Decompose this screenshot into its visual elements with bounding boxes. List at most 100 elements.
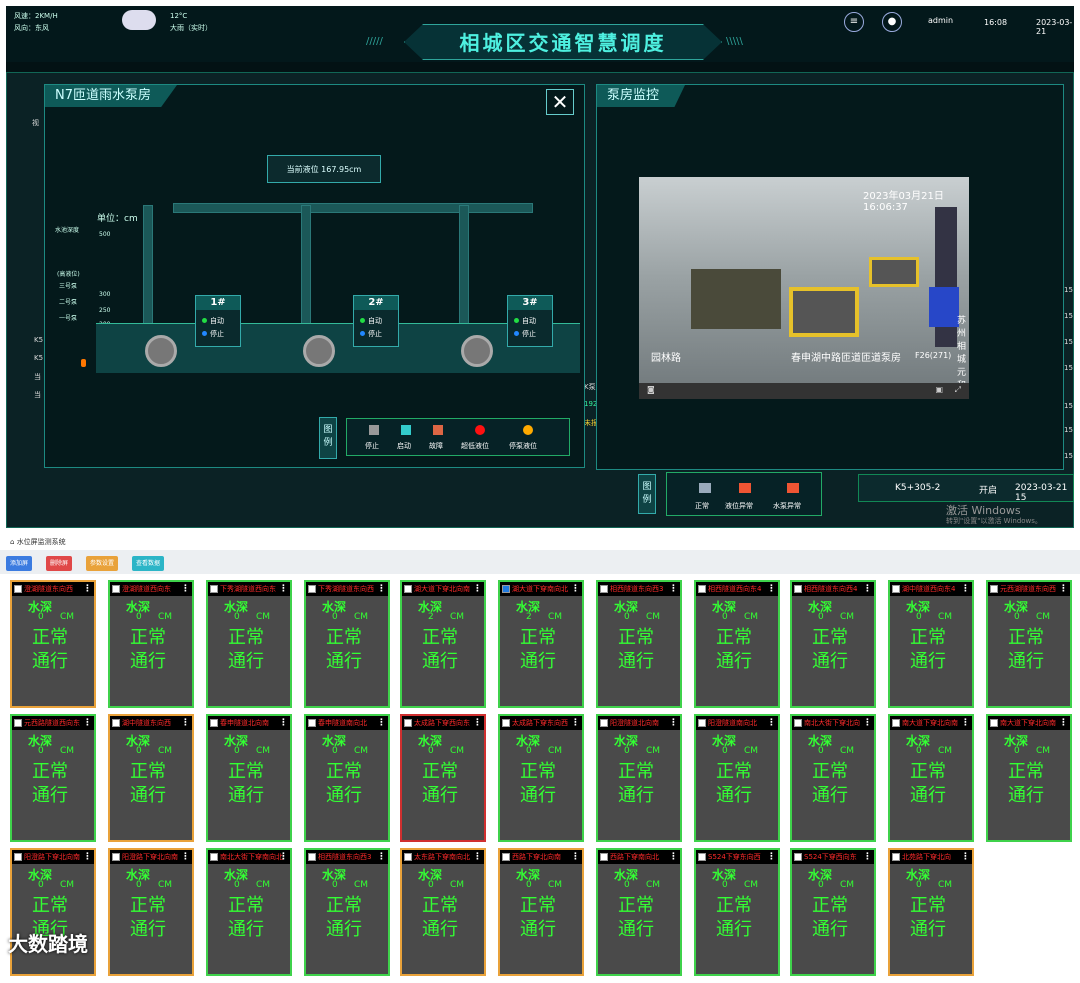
- water-level-card[interactable]: 澄湖隧道东向西 ⋮ 水深 0 CM 正常 通行: [10, 580, 96, 708]
- water-level-card[interactable]: 北苑路下穿北向 ⋮ 水深 0 CM 正常 通行: [888, 848, 974, 976]
- water-level-card[interactable]: 下秀湖隧道西向东 ⋮ 水深 0 CM 正常 通行: [206, 580, 292, 708]
- water-level-card[interactable]: 阳澄隧道北向南 ⋮ 水深 0 CM 正常 通行: [596, 714, 682, 842]
- card-checkbox[interactable]: [112, 719, 120, 727]
- water-level-card[interactable]: 春申隧道南向北 ⋮ 水深 0 CM 正常 通行: [304, 714, 390, 842]
- card-checkbox[interactable]: [210, 719, 218, 727]
- card-checkbox[interactable]: [502, 585, 510, 593]
- water-level-card[interactable]: 阳澄隧道南向北 ⋮ 水深 0 CM 正常 通行: [694, 714, 780, 842]
- card-checkbox[interactable]: [600, 719, 608, 727]
- more-menu-icon[interactable]: ⋮: [377, 582, 386, 596]
- toolbar-button-0[interactable]: 添加屏: [6, 556, 33, 571]
- water-level-card[interactable]: 湖中隧道东向西 ⋮ 水深 0 CM 正常 通行: [108, 714, 194, 842]
- more-menu-icon[interactable]: ⋮: [1059, 582, 1068, 596]
- toolbar-button-2[interactable]: 参数设置: [86, 556, 119, 571]
- more-menu-icon[interactable]: ⋮: [863, 716, 872, 730]
- card-checkbox[interactable]: [698, 585, 706, 593]
- water-level-card[interactable]: 西路下穿南向北 ⋮ 水深 0 CM 正常 通行: [596, 848, 682, 976]
- camera-snapshot-icon[interactable]: ◙: [647, 385, 655, 394]
- card-checkbox[interactable]: [404, 853, 412, 861]
- card-checkbox[interactable]: [404, 719, 412, 727]
- water-level-card[interactable]: 元西路隧道西向东 ⋮ 水深 0 CM 正常 通行: [10, 714, 96, 842]
- card-checkbox[interactable]: [112, 585, 120, 593]
- more-menu-icon[interactable]: ⋮: [863, 850, 872, 864]
- card-checkbox[interactable]: [794, 853, 802, 861]
- pump-1-card[interactable]: 1# 自动 停止: [195, 295, 241, 347]
- username[interactable]: admin: [928, 16, 953, 25]
- more-menu-icon[interactable]: ⋮: [181, 716, 190, 730]
- more-menu-icon[interactable]: ⋮: [571, 716, 580, 730]
- more-menu-icon[interactable]: ⋮: [181, 850, 190, 864]
- pump-2-card[interactable]: 2# 自动 停止: [353, 295, 399, 347]
- card-checkbox[interactable]: [308, 853, 316, 861]
- more-menu-icon[interactable]: ⋮: [83, 582, 92, 596]
- water-level-card[interactable]: 南北大街下穿北向 ⋮ 水深 0 CM 正常 通行: [790, 714, 876, 842]
- more-menu-icon[interactable]: ⋮: [571, 582, 580, 596]
- more-menu-icon[interactable]: ⋮: [1059, 716, 1068, 730]
- pump-2-icon[interactable]: [303, 335, 335, 367]
- card-checkbox[interactable]: [210, 853, 218, 861]
- water-level-card[interactable]: 相西隧道西向东4 ⋮ 水深 0 CM 正常 通行: [694, 580, 780, 708]
- more-menu-icon[interactable]: ⋮: [473, 716, 482, 730]
- more-menu-icon[interactable]: ⋮: [279, 850, 288, 864]
- more-menu-icon[interactable]: ⋮: [961, 850, 970, 864]
- toolbar-button-1[interactable]: 删除屏: [46, 556, 73, 571]
- card-checkbox[interactable]: [502, 853, 510, 861]
- more-menu-icon[interactable]: ⋮: [473, 582, 482, 596]
- card-checkbox[interactable]: [892, 853, 900, 861]
- card-checkbox[interactable]: [14, 719, 22, 727]
- more-menu-icon[interactable]: ⋮: [279, 716, 288, 730]
- water-level-card[interactable]: 西路下穿北向南 ⋮ 水深 0 CM 正常 通行: [498, 848, 584, 976]
- card-checkbox[interactable]: [600, 585, 608, 593]
- camera-record-icon[interactable]: ▣: [935, 385, 943, 394]
- pump-1-icon[interactable]: [145, 335, 177, 367]
- toolbar-button-3[interactable]: 查看数据: [132, 556, 165, 571]
- water-level-card[interactable]: 相西隧道东向西4 ⋮ 水深 0 CM 正常 通行: [790, 580, 876, 708]
- more-menu-icon[interactable]: ⋮: [377, 716, 386, 730]
- more-menu-icon[interactable]: ⋮: [669, 716, 678, 730]
- user-avatar-icon[interactable]: ●: [882, 12, 902, 32]
- water-level-card[interactable]: 湖大道下穿北向南 ⋮ 水深 2 CM 正常 通行: [400, 580, 486, 708]
- more-menu-icon[interactable]: ⋮: [669, 850, 678, 864]
- more-menu-icon[interactable]: ⋮: [279, 582, 288, 596]
- card-checkbox[interactable]: [210, 585, 218, 593]
- more-menu-icon[interactable]: ⋮: [181, 582, 190, 596]
- water-level-card[interactable]: 太东路下穿南向北 ⋮ 水深 0 CM 正常 通行: [400, 848, 486, 976]
- water-level-card[interactable]: 南北大街下穿南向北 ⋮ 水深 0 CM 正常 通行: [206, 848, 292, 976]
- card-checkbox[interactable]: [308, 585, 316, 593]
- more-menu-icon[interactable]: ⋮: [767, 716, 776, 730]
- card-checkbox[interactable]: [794, 585, 802, 593]
- card-checkbox[interactable]: [14, 585, 22, 593]
- card-checkbox[interactable]: [698, 719, 706, 727]
- card-checkbox[interactable]: [892, 585, 900, 593]
- card-checkbox[interactable]: [990, 585, 998, 593]
- menu-list-icon[interactable]: ≡: [844, 12, 864, 32]
- card-checkbox[interactable]: [892, 719, 900, 727]
- more-menu-icon[interactable]: ⋮: [83, 716, 92, 730]
- water-level-card[interactable]: S524下穿东向西 ⋮ 水深 0 CM 正常 通行: [694, 848, 780, 976]
- more-menu-icon[interactable]: ⋮: [83, 850, 92, 864]
- water-level-card[interactable]: 下秀湖隧道东向西 ⋮ 水深 0 CM 正常 通行: [304, 580, 390, 708]
- more-menu-icon[interactable]: ⋮: [473, 850, 482, 864]
- water-level-card[interactable]: 湖中隧道西向东4 ⋮ 水深 0 CM 正常 通行: [888, 580, 974, 708]
- water-level-card[interactable]: 春申隧道北向南 ⋮ 水深 0 CM 正常 通行: [206, 714, 292, 842]
- camera-feed[interactable]: 2023年03月21日 16:06:37 春申湖中路匝道匝道泵房 园林路 苏州 …: [639, 177, 969, 399]
- water-level-card[interactable]: 相西隧道东向西3 ⋮ 水深 0 CM 正常 通行: [304, 848, 390, 976]
- card-checkbox[interactable]: [698, 853, 706, 861]
- card-checkbox[interactable]: [502, 719, 510, 727]
- more-menu-icon[interactable]: ⋮: [961, 716, 970, 730]
- water-level-card[interactable]: 澄湖隧道西向东 ⋮ 水深 0 CM 正常 通行: [108, 580, 194, 708]
- pump-3-icon[interactable]: [461, 335, 493, 367]
- more-menu-icon[interactable]: ⋮: [571, 850, 580, 864]
- water-level-card[interactable]: 太成路下穿东向西 ⋮ 水深 0 CM 正常 通行: [498, 714, 584, 842]
- close-button[interactable]: ✕: [546, 89, 574, 115]
- water-level-card[interactable]: 阳澄路下穿北向南 ⋮ 水深 0 CM 正常 通行: [108, 848, 194, 976]
- card-checkbox[interactable]: [794, 719, 802, 727]
- camera-legend-button[interactable]: 图例: [638, 474, 656, 514]
- water-level-card[interactable]: 湖大道下穿南向北 ⋮ 水深 2 CM 正常 通行: [498, 580, 584, 708]
- more-menu-icon[interactable]: ⋮: [863, 582, 872, 596]
- more-menu-icon[interactable]: ⋮: [377, 850, 386, 864]
- card-checkbox[interactable]: [308, 719, 316, 727]
- card-checkbox[interactable]: [112, 853, 120, 861]
- water-level-card[interactable]: 相西隧道东向西3 ⋮ 水深 0 CM 正常 通行: [596, 580, 682, 708]
- more-menu-icon[interactable]: ⋮: [767, 850, 776, 864]
